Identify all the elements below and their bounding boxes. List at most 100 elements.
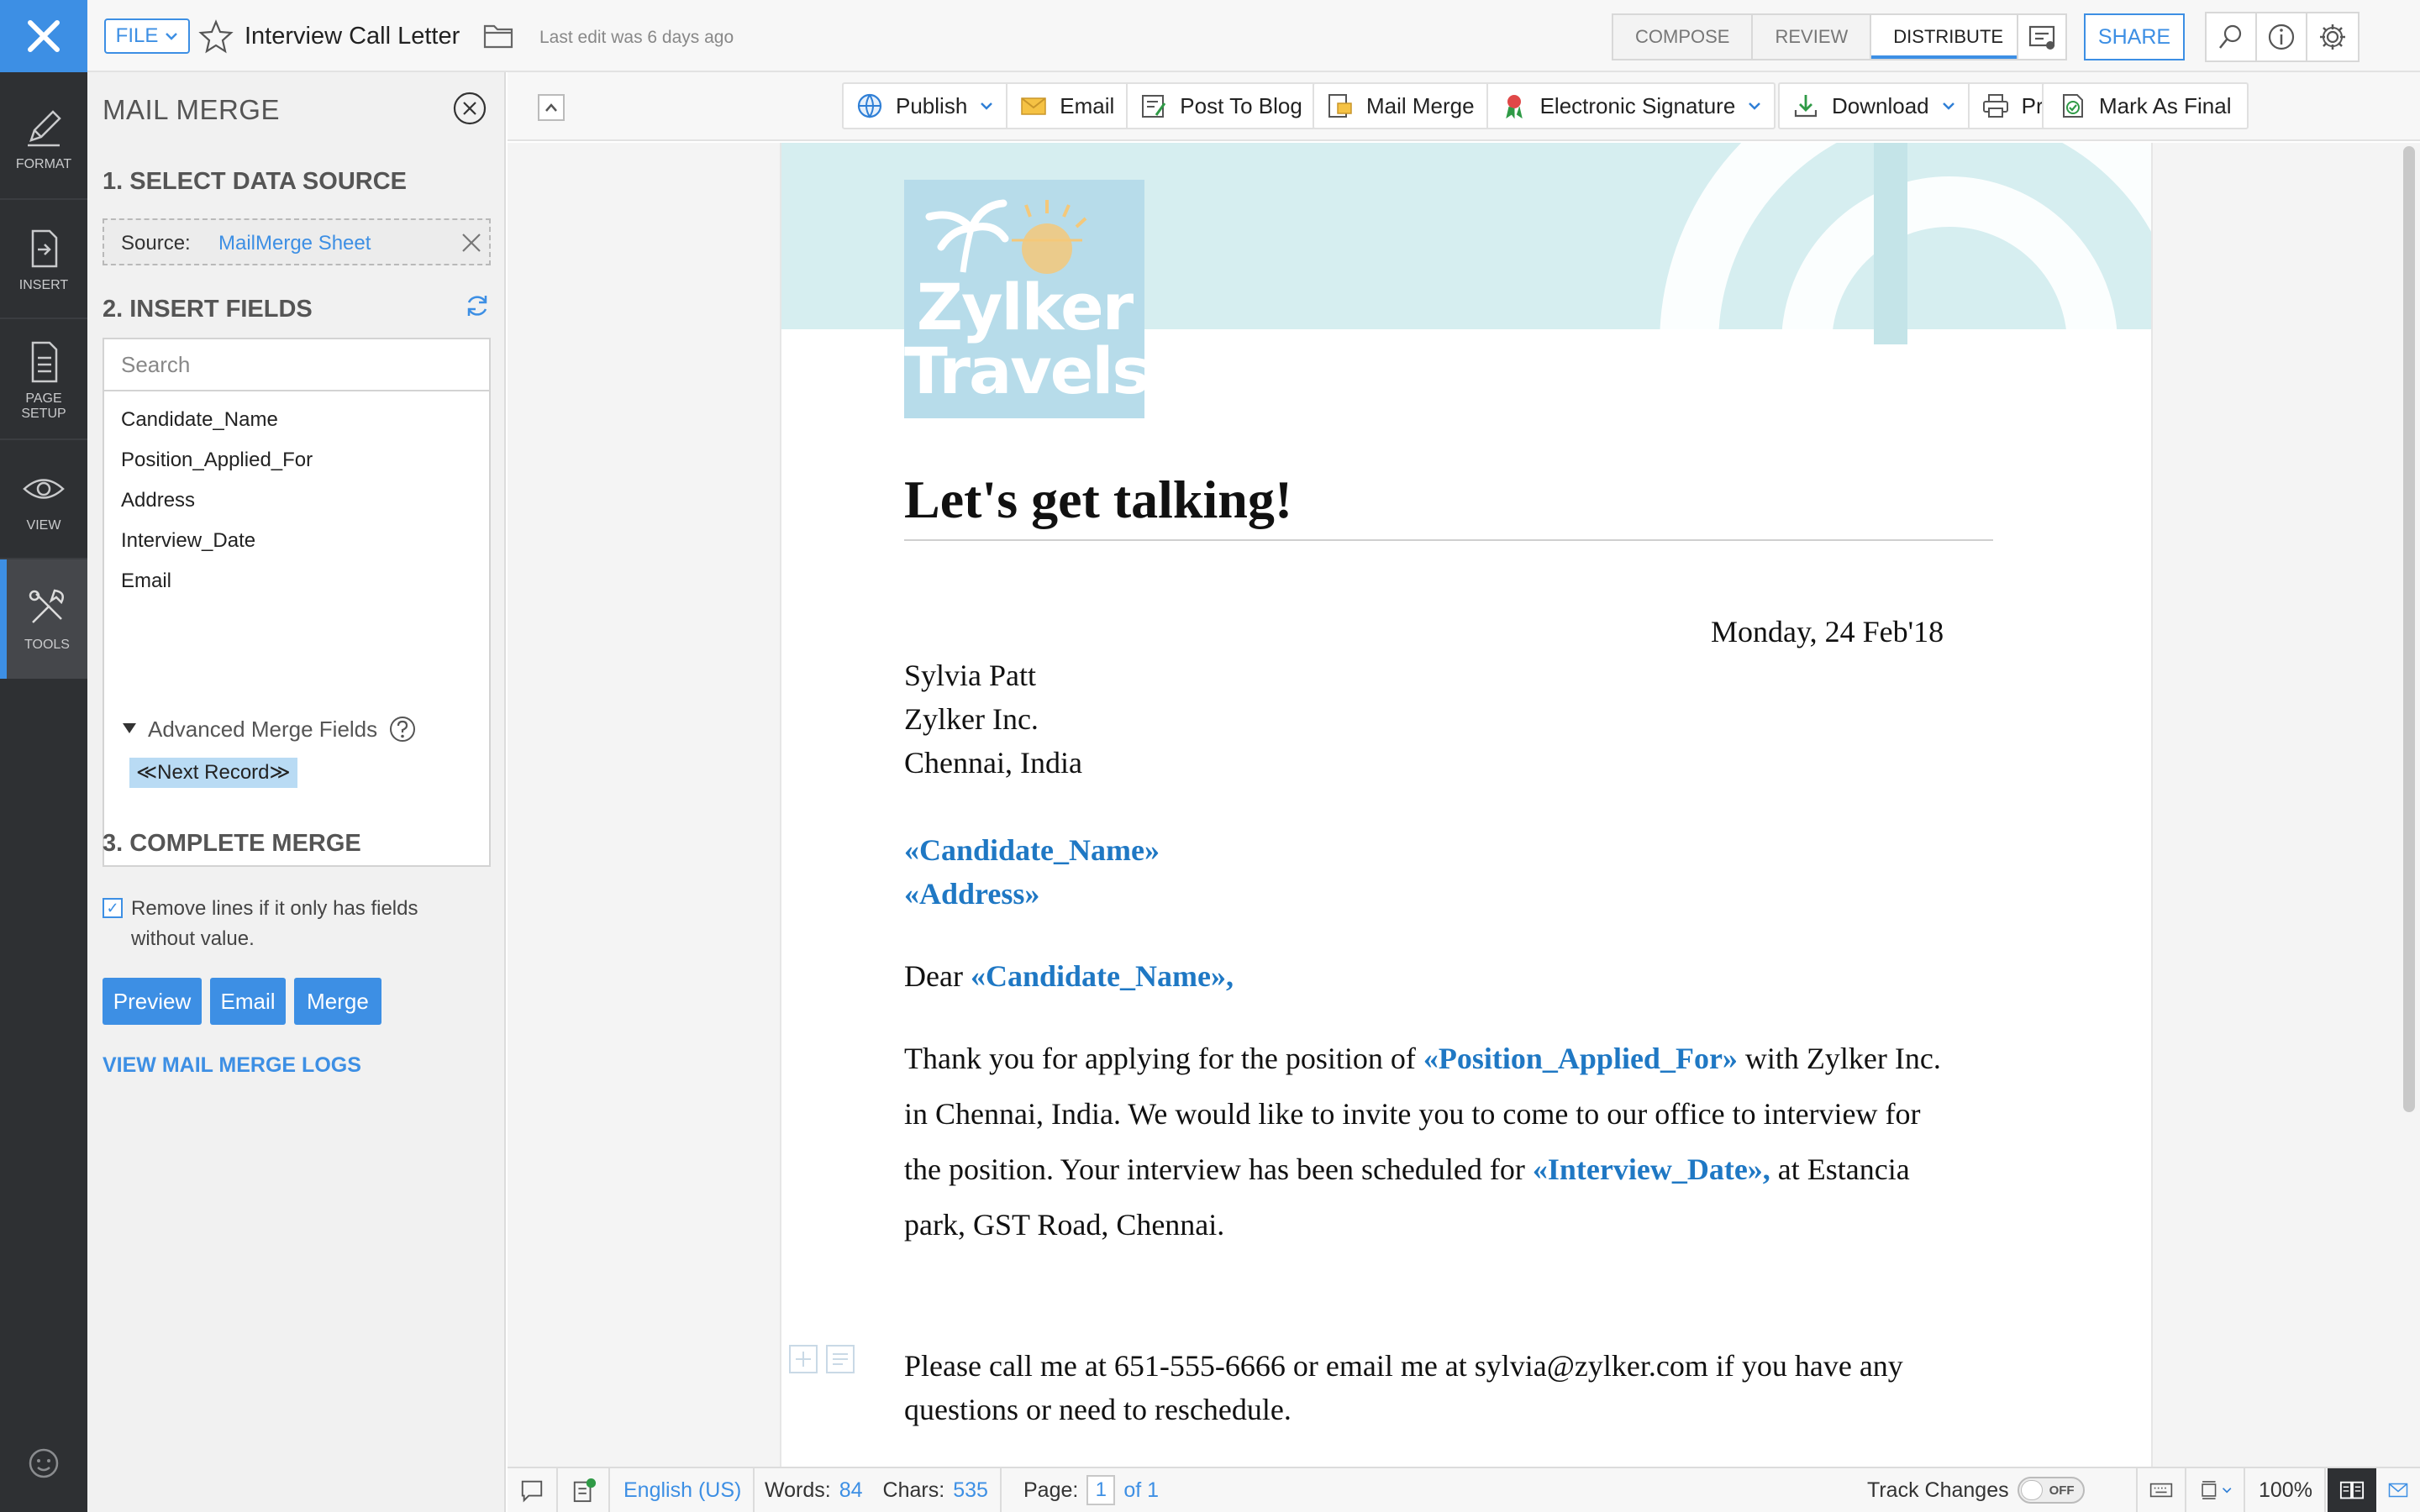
mail-merge-panel: MAIL MERGE 1. SELECT DATA SOURCE Source:… bbox=[87, 72, 506, 1512]
rail-tools[interactable]: TOOLS bbox=[0, 559, 87, 679]
comments-button[interactable] bbox=[508, 1468, 558, 1512]
mail-merge-button[interactable]: Mail Merge bbox=[1314, 84, 1488, 128]
body-line-1-start: Thank you for applying for the position … bbox=[904, 1042, 1416, 1075]
page-number-input[interactable] bbox=[1086, 1475, 1116, 1505]
email-icon bbox=[1021, 97, 1047, 115]
remove-source-icon[interactable] bbox=[460, 232, 482, 254]
document-title[interactable]: Interview Call Letter bbox=[245, 23, 460, 50]
download-button[interactable]: Download bbox=[1780, 84, 1970, 128]
settings-button[interactable] bbox=[2307, 13, 2358, 60]
file-menu-button[interactable]: FILE bbox=[104, 18, 190, 54]
paragraph-margin-tools bbox=[788, 1344, 855, 1374]
keyboard-button[interactable] bbox=[2136, 1468, 2186, 1512]
step-select-data-source: 1. SELECT DATA SOURCE bbox=[103, 168, 407, 195]
remove-empty-lines-checkbox[interactable]: ✓ bbox=[103, 898, 123, 918]
collapse-toolbar-button[interactable] bbox=[538, 94, 565, 121]
merge-field-address[interactable]: «Address» bbox=[904, 872, 1039, 916]
top-header: FILE Interview Call Letter Last edit was… bbox=[87, 0, 2420, 72]
post-to-blog-button[interactable]: Post To Blog bbox=[1128, 84, 1314, 128]
mark-final-icon bbox=[2063, 94, 2083, 118]
tab-distribute[interactable]: DISTRIBUTE bbox=[1871, 15, 2026, 59]
zoom-selector[interactable]: 100% bbox=[2247, 1468, 2326, 1512]
publish-group: Publish Email Post To Blog bbox=[842, 82, 1316, 129]
rail-format[interactable]: FORMAT bbox=[0, 79, 87, 198]
notification-button[interactable] bbox=[2017, 13, 2067, 60]
publish-button[interactable]: Publish bbox=[844, 84, 1008, 128]
reading-view-button[interactable] bbox=[2328, 1468, 2376, 1512]
download-print-group: Download Print bbox=[1778, 82, 2081, 129]
data-source-box[interactable]: Source: MailMerge Sheet bbox=[103, 218, 491, 265]
page-layout-button[interactable] bbox=[2188, 1468, 2245, 1512]
field-item-interview-date[interactable]: Interview_Date bbox=[121, 529, 255, 553]
merge-field-salutation-name[interactable]: «Candidate_Name», bbox=[971, 959, 1234, 993]
merge-button[interactable]: Merge bbox=[294, 978, 381, 1025]
preview-button[interactable]: Preview bbox=[103, 978, 202, 1025]
document-scrollbar[interactable] bbox=[2398, 143, 2420, 1467]
eye-icon bbox=[23, 479, 65, 499]
source-value-link[interactable]: MailMerge Sheet bbox=[218, 232, 371, 255]
mode-tabs: COMPOSE REVIEW DISTRIBUTE bbox=[1612, 13, 2028, 60]
chars-value: 535 bbox=[953, 1478, 988, 1502]
document-heading: Let's get talking! bbox=[904, 470, 1293, 529]
remove-empty-lines-option[interactable]: ✓ Remove lines if it only has fields wit… bbox=[103, 894, 472, 954]
tab-review[interactable]: REVIEW bbox=[1753, 15, 1872, 59]
advanced-merge-fields-toggle[interactable]: Advanced Merge Fields bbox=[123, 716, 416, 743]
email-button[interactable]: Email bbox=[1007, 84, 1128, 128]
letter-date: Monday, 24 Feb'18 bbox=[1711, 615, 1944, 648]
merge-field-position[interactable]: «Position_Applied_For» bbox=[1423, 1042, 1738, 1075]
close-editor-button[interactable] bbox=[0, 0, 87, 72]
distribute-toolbar: Publish Email Post To Blog Mail Merge El… bbox=[508, 72, 2420, 141]
share-button[interactable]: SHARE bbox=[2084, 13, 2185, 60]
search-button[interactable] bbox=[2207, 13, 2257, 60]
close-panel-icon[interactable] bbox=[452, 91, 487, 126]
language-selector[interactable]: English (US) bbox=[612, 1468, 755, 1512]
electronic-signature-button[interactable]: Electronic Signature bbox=[1488, 84, 1775, 128]
field-item-address[interactable]: Address bbox=[121, 489, 195, 512]
pen-icon bbox=[28, 110, 61, 147]
page-total: of 1 bbox=[1123, 1478, 1160, 1502]
rail-insert-label: INSERT bbox=[18, 278, 69, 292]
chevron-down-icon bbox=[981, 102, 993, 110]
field-item-position-applied-for[interactable]: Position_Applied_For bbox=[121, 449, 313, 472]
document-page[interactable]: Zylker Travels Let's get talking! Monday… bbox=[780, 143, 2153, 1467]
email-merge-button[interactable]: Email bbox=[210, 978, 286, 1025]
feedback-mail-button[interactable] bbox=[2376, 1468, 2420, 1512]
view-mail-merge-logs-link[interactable]: VIEW MAIL MERGE LOGS bbox=[103, 1053, 361, 1078]
merge-field-interview-date[interactable]: «Interview_Date», bbox=[1533, 1152, 1770, 1186]
rail-view-label: VIEW bbox=[26, 518, 61, 533]
status-bar: English (US) Words: 84 Chars: 535 Page: … bbox=[508, 1467, 2420, 1512]
signature-ribbon-icon bbox=[1505, 95, 1523, 119]
feedback-icon[interactable] bbox=[25, 1445, 62, 1482]
words-label: Words: bbox=[765, 1478, 831, 1502]
document-check-button[interactable] bbox=[560, 1468, 610, 1512]
add-paragraph-icon[interactable] bbox=[788, 1344, 818, 1374]
info-button[interactable] bbox=[2257, 13, 2307, 60]
book-icon bbox=[2339, 1481, 2365, 1499]
track-changes-toggle[interactable]: OFF bbox=[2017, 1477, 2085, 1504]
folder-icon[interactable] bbox=[482, 22, 514, 50]
paragraph-options-icon[interactable] bbox=[825, 1344, 855, 1374]
mark-as-final-button[interactable]: Mark As Final bbox=[2044, 84, 2247, 128]
field-item-email[interactable]: Email bbox=[121, 570, 171, 593]
merge-field-candidate-name[interactable]: «Candidate_Name» bbox=[904, 828, 1160, 872]
step-insert-fields: 2. INSERT FIELDS bbox=[103, 296, 313, 323]
close-icon bbox=[28, 20, 60, 52]
rail-page-setup[interactable]: PAGE SETUP bbox=[0, 321, 87, 440]
insert-icon bbox=[31, 229, 58, 268]
field-item-candidate-name[interactable]: Candidate_Name bbox=[121, 408, 278, 432]
tab-compose[interactable]: COMPOSE bbox=[1613, 15, 1754, 59]
refresh-icon[interactable] bbox=[464, 292, 491, 319]
source-label: Source: bbox=[121, 232, 191, 255]
page-label: Page: bbox=[1023, 1478, 1079, 1502]
electronic-signature-label: Electronic Signature bbox=[1539, 92, 1736, 118]
star-icon[interactable] bbox=[198, 18, 234, 54]
rail-insert[interactable]: INSERT bbox=[0, 200, 87, 319]
zoom-value: 100% bbox=[2259, 1478, 2312, 1502]
rail-view[interactable]: VIEW bbox=[0, 440, 87, 559]
field-search-input[interactable] bbox=[104, 339, 489, 391]
help-icon[interactable] bbox=[389, 716, 416, 743]
next-record-field[interactable]: ≪Next Record≫ bbox=[129, 758, 297, 788]
scrollbar-thumb[interactable] bbox=[2403, 146, 2415, 1112]
sender-location: Chennai, India bbox=[904, 746, 1082, 780]
tools-icon bbox=[29, 589, 64, 623]
